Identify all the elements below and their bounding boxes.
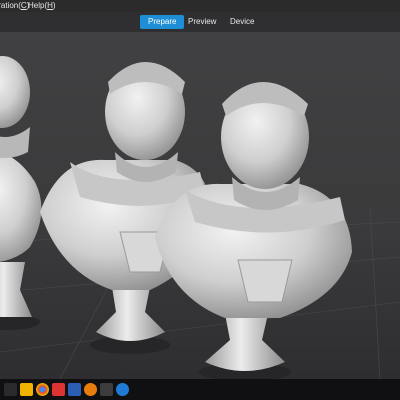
slicer-icon[interactable] — [100, 383, 113, 396]
edge-icon[interactable] — [116, 383, 129, 396]
start-icon[interactable] — [4, 383, 17, 396]
tab-preview[interactable]: Preview — [180, 15, 224, 29]
chrome-icon[interactable] — [36, 383, 49, 396]
tab-prepare[interactable]: Prepare — [140, 15, 185, 29]
blender-icon[interactable] — [84, 383, 97, 396]
file-explorer-icon[interactable] — [20, 383, 33, 396]
menu-calibration-label: Calibration( — [0, 1, 21, 10]
3d-viewport[interactable] — [0, 32, 400, 379]
menu-help[interactable]: Help(H) — [28, 0, 56, 12]
top-toolbar: Prepare Preview Device — [0, 12, 400, 32]
menu-bar: Calibration(C) Help(H) — [0, 0, 400, 12]
save-icon[interactable] — [68, 383, 81, 396]
viewport-scene — [0, 56, 400, 379]
menu-help-label: Help( — [28, 1, 48, 10]
menu-calibration[interactable]: Calibration(C) — [0, 0, 29, 12]
menu-help-suffix: ) — [52, 1, 56, 10]
tab-device[interactable]: Device — [222, 15, 262, 29]
app-icon[interactable] — [52, 383, 65, 396]
taskbar — [0, 379, 400, 400]
